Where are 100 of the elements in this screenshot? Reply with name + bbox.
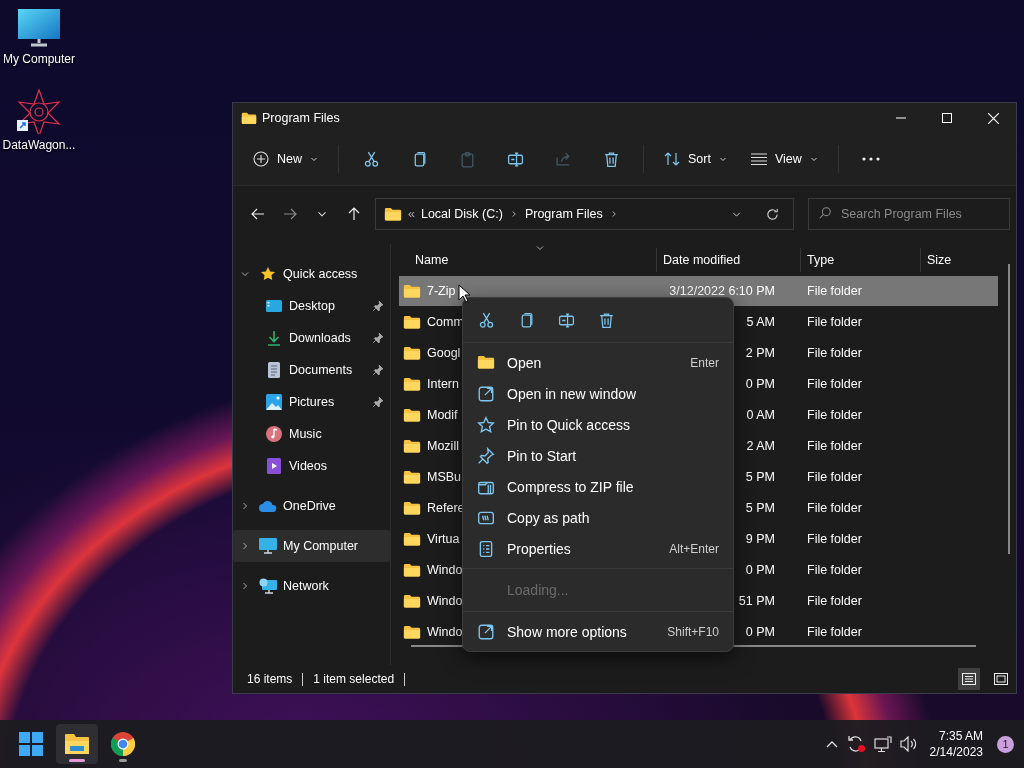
speaker-icon[interactable] <box>899 736 918 752</box>
date-modified: 9 PM <box>745 532 775 546</box>
file-type: File folder <box>807 501 862 515</box>
folder-icon <box>403 624 421 640</box>
desktop-icon-label[interactable]: My Computer <box>3 52 75 66</box>
date-modified: 2 PM <box>745 346 775 360</box>
sidebar-item[interactable]: Music <box>233 418 390 450</box>
rename-icon <box>557 311 575 329</box>
folder-icon <box>403 407 421 423</box>
more-dots-icon <box>861 157 880 161</box>
open-window-icon <box>477 384 495 403</box>
breadcrumb[interactable]: Local Disk (C:) <box>420 207 503 221</box>
desktop-icon-label[interactable]: DataWagon... <box>2 138 76 152</box>
sidebar-item[interactable]: OneDrive <box>233 490 390 522</box>
refresh-icon <box>764 206 780 222</box>
file-type: File folder <box>807 594 862 608</box>
search-icon <box>818 206 832 220</box>
folder-icon <box>403 376 421 392</box>
sync-icon[interactable] <box>845 735 866 753</box>
sidebar-item[interactable]: Pictures <box>233 386 390 418</box>
folder-icon <box>241 111 257 125</box>
vertical-scrollbar[interactable] <box>1008 264 1010 554</box>
pin-icon <box>372 364 384 376</box>
new-button[interactable]: New <box>243 142 328 176</box>
folder-icon <box>477 355 495 370</box>
file-name[interactable]: 7-Zip <box>427 284 456 298</box>
delete-icon <box>597 311 615 329</box>
file-type: File folder <box>807 439 862 453</box>
taskbar-app[interactable] <box>56 724 98 764</box>
file-name[interactable]: Modif <box>427 408 458 422</box>
folder-icon <box>403 283 421 299</box>
file-type: File folder <box>807 563 862 577</box>
clock[interactable]: 7:35 AM 2/14/2023 <box>929 728 983 760</box>
sidebar-item[interactable]: Documents <box>233 354 390 386</box>
date-modified: 5 PM <box>745 470 775 484</box>
file-name[interactable]: Virtua <box>427 532 460 546</box>
file-name[interactable]: Mozill <box>427 439 459 453</box>
file-name[interactable]: Googl <box>427 346 461 360</box>
file-name[interactable]: Intern <box>427 377 459 391</box>
file-name[interactable]: Windo <box>427 563 463 577</box>
menu-item[interactable]: Compress to ZIP file <box>467 471 729 502</box>
address-bar[interactable]: « Local Disk (C:) Program Files <box>375 198 794 230</box>
date-modified: 2 AM <box>746 439 775 453</box>
details-view-button[interactable] <box>958 668 980 690</box>
desktop-icon <box>266 299 282 313</box>
picture-icon <box>266 394 282 410</box>
file-type: File folder <box>807 470 862 484</box>
date-modified: 3/12/2022 6:10 PM <box>669 284 775 298</box>
windows-logo-icon <box>19 732 43 756</box>
network-icon[interactable] <box>873 735 892 753</box>
overflow-chevrons[interactable]: « <box>408 207 415 221</box>
sidebar-item[interactable]: Videos <box>233 450 390 482</box>
tiles-view-icon <box>994 673 1008 685</box>
sidebar-item[interactable]: Quick access <box>233 258 390 290</box>
close-icon <box>987 112 999 124</box>
column-header[interactable]: Size <box>921 248 991 272</box>
sidebar-item[interactable]: My Computer <box>233 530 390 562</box>
column-header[interactable]: Date modified <box>657 248 801 272</box>
rename-icon <box>506 150 524 168</box>
sidebar-item[interactable]: Network <box>233 570 390 602</box>
breadcrumb[interactable]: Program Files <box>524 207 603 221</box>
file-name[interactable]: MSBu <box>427 470 462 484</box>
menu-item[interactable]: Properties Alt+Enter <box>467 533 729 564</box>
maximize-icon <box>942 113 952 123</box>
menu-item[interactable]: Open in new window <box>467 378 729 409</box>
menu-item[interactable]: Copy as path <box>467 502 729 533</box>
folder-icon <box>403 562 421 578</box>
file-type: File folder <box>807 377 862 391</box>
column-header[interactable]: Type <box>801 248 921 272</box>
arrow-icon <box>346 206 362 222</box>
download-arrow-icon <box>266 330 282 346</box>
sort-button[interactable]: Sort <box>654 142 737 176</box>
arrow-icon <box>250 206 266 222</box>
chevron-up-icon[interactable] <box>825 740 838 748</box>
menu-item[interactable]: Show more options Shift+F10 <box>467 616 729 647</box>
pin-icon <box>372 300 384 312</box>
video-icon <box>267 458 281 474</box>
arrow-icon <box>282 206 298 222</box>
sidebar-item[interactable]: Downloads <box>233 322 390 354</box>
menu-item[interactable]: Pin to Quick access <box>467 409 729 440</box>
caret-icon <box>718 155 727 163</box>
star-icon <box>260 266 276 282</box>
star-shortcut-icon[interactable] <box>15 88 63 134</box>
shortcut-key: Enter <box>690 355 719 370</box>
view-button[interactable]: View <box>740 142 828 176</box>
expand-icon <box>477 622 495 641</box>
notification-badge[interactable]: 1 <box>997 735 1014 753</box>
date-modified: 0 AM <box>746 408 775 422</box>
menu-item[interactable]: Open Enter <box>467 347 729 378</box>
monitor-icon[interactable] <box>17 8 61 48</box>
star-icon <box>477 415 495 434</box>
file-name[interactable]: Windo <box>427 594 463 608</box>
column-header[interactable]: Name <box>399 248 657 272</box>
chrome-icon <box>111 732 135 756</box>
menu-item[interactable]: Pin to Start <box>467 440 729 471</box>
document-icon <box>267 362 281 378</box>
search-field[interactable]: Search Program Files <box>808 198 1010 230</box>
sidebar-item[interactable]: Desktop <box>233 290 390 322</box>
caret-icon <box>310 155 318 163</box>
file-name[interactable]: Windo <box>427 625 463 639</box>
